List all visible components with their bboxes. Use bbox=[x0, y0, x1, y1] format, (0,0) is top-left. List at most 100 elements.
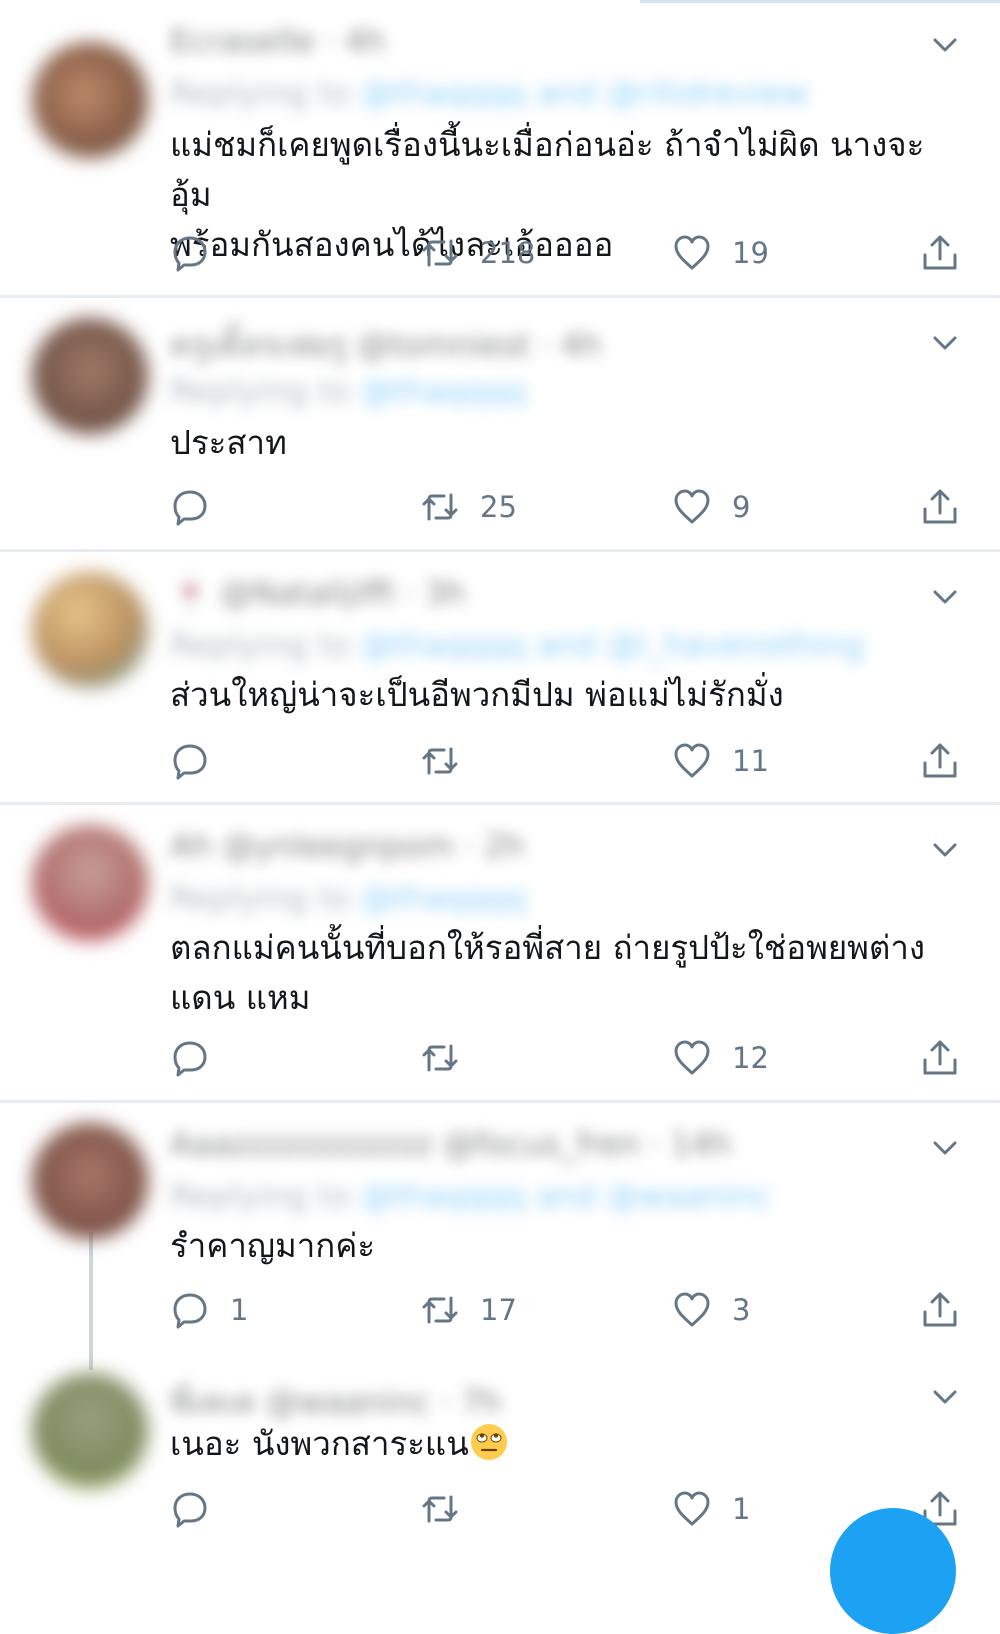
share-button[interactable] bbox=[920, 1285, 960, 1335]
like-count: 3 bbox=[732, 1293, 751, 1327]
heart-icon bbox=[674, 743, 710, 778]
heart-icon bbox=[674, 1491, 710, 1526]
like-button[interactable]: 19 bbox=[672, 228, 769, 278]
avatar[interactable] bbox=[32, 42, 148, 158]
share-button[interactable] bbox=[920, 482, 960, 532]
reply-button[interactable]: 1 bbox=[170, 1285, 248, 1335]
tweet-text-line: แม่ชมก็เคยพูดเรื่องนี้นะเมื่อก่อนอ่ะ ถ้า… bbox=[170, 125, 925, 214]
replying-to[interactable]: Replying to @thaqqqq and @i_havenothing bbox=[170, 626, 864, 664]
tweet-text-line: รำคาญมากค่ะ bbox=[170, 1226, 376, 1265]
retweet-button[interactable]: 218 bbox=[420, 228, 535, 278]
share-button[interactable] bbox=[920, 228, 960, 278]
share-icon bbox=[923, 235, 957, 270]
reply-icon bbox=[173, 744, 207, 780]
like-button[interactable]: 1 bbox=[672, 1484, 750, 1534]
retweet-count: 17 bbox=[480, 1293, 517, 1327]
retweet-icon bbox=[422, 1296, 458, 1324]
tweet-actions: 11 bbox=[170, 736, 970, 786]
replying-to[interactable]: Replying to @thaqqqq bbox=[170, 879, 526, 917]
replying-to[interactable]: Replying to @thaqqqq bbox=[170, 372, 526, 410]
like-count: 11 bbox=[732, 744, 769, 778]
share-icon bbox=[923, 1040, 957, 1075]
retweet-count: 218 bbox=[480, 236, 536, 270]
like-button[interactable]: 12 bbox=[672, 1033, 769, 1083]
tweet-actions: 1 17 3 bbox=[170, 1285, 970, 1335]
share-icon bbox=[923, 743, 957, 778]
share-icon bbox=[923, 1292, 957, 1327]
avatar[interactable] bbox=[32, 1373, 148, 1489]
retweet-button[interactable] bbox=[420, 1033, 480, 1083]
reply-button[interactable] bbox=[170, 228, 230, 278]
reply-button[interactable] bbox=[170, 736, 230, 786]
tweet-actions: 218 19 bbox=[170, 228, 970, 278]
like-count: 19 bbox=[732, 236, 769, 270]
compose-tweet-button[interactable] bbox=[830, 1508, 956, 1634]
replying-to[interactable]: Replying to @thaqqqq and @ritidreview bbox=[170, 74, 808, 112]
chevron-down-icon[interactable] bbox=[928, 1380, 962, 1414]
reply-icon bbox=[173, 1041, 207, 1077]
avatar[interactable] bbox=[32, 1123, 148, 1239]
like-count: 1 bbox=[732, 1492, 751, 1526]
heart-icon bbox=[674, 1292, 710, 1327]
tweet-text-line: ประสาท bbox=[170, 423, 287, 462]
tweet-actions: 12 bbox=[170, 1033, 970, 1083]
tweet-text: ส่วนใหญ่น่าจะเป็นอีพวกมีปม พ่อแม่ไม่รักม… bbox=[170, 670, 950, 720]
retweet-icon bbox=[422, 1044, 458, 1072]
tweet-4[interactable]: Ah @ynleegnpom · 2h Replying to @thaqqqq… bbox=[0, 805, 1000, 1103]
tweet-text: รำคาญมากค่ะ bbox=[170, 1221, 950, 1271]
avatar[interactable] bbox=[32, 318, 148, 434]
tweet-actions: 25 9 bbox=[170, 482, 970, 532]
eye-roll-emoji-icon bbox=[470, 1424, 507, 1460]
like-count: 9 bbox=[732, 490, 751, 524]
tweet-text-line: เนอะ นังพวกสาระแน bbox=[170, 1424, 469, 1463]
replying-to[interactable]: Replying to @thaqqqq and @waaninc bbox=[170, 1177, 771, 1215]
reply-button[interactable] bbox=[170, 482, 230, 532]
share-button[interactable] bbox=[920, 736, 960, 786]
tweet-text-line: ตลกแม่คนนั้นที่บอกให้รอพี่สาย ถ่ายรูปป้ะ… bbox=[170, 928, 926, 967]
tweet-5[interactable]: Aaazzzzzzzzzzzz @focus_fren · 14h Replyi… bbox=[0, 1103, 1000, 1365]
chevron-down-icon[interactable] bbox=[928, 1131, 962, 1165]
tweet-3[interactable]: 🍷 @Natalijiffi · 3h Replying to @thaqqqq… bbox=[0, 552, 1000, 806]
retweet-button[interactable] bbox=[420, 1484, 480, 1534]
chevron-down-icon[interactable] bbox=[928, 326, 962, 360]
user-display-name[interactable]: ครูเติ้ลรเฟยรู @tomniest · 4h bbox=[170, 320, 601, 371]
share-button[interactable] bbox=[920, 1033, 960, 1083]
reply-button[interactable] bbox=[170, 1033, 230, 1083]
heart-icon bbox=[674, 489, 710, 524]
tweet-text-line: ส่วนใหญ่น่าจะเป็นอีพวกมีปม พ่อแม่ไม่รักม… bbox=[170, 675, 784, 714]
tweet-text: ตลกแม่คนนั้นที่บอกให้รอพี่สาย ถ่ายรูปป้ะ… bbox=[170, 923, 950, 1023]
retweet-icon bbox=[422, 493, 458, 521]
retweet-icon bbox=[422, 747, 458, 775]
user-display-name[interactable]: 🍷 @Natalijiffi · 3h bbox=[170, 574, 465, 612]
tweet-text: เนอะ นังพวกสาระแน bbox=[170, 1419, 950, 1469]
user-display-name[interactable]: Aaazzzzzzzzzzzz @focus_fren · 14h bbox=[170, 1125, 731, 1163]
reply-icon bbox=[173, 1293, 207, 1329]
reply-icon bbox=[173, 1492, 207, 1528]
tweet-1[interactable]: Ecraselle · 4h Replying to @thaqqqq and … bbox=[0, 0, 1000, 298]
avatar[interactable] bbox=[32, 825, 148, 941]
share-icon bbox=[923, 489, 957, 524]
avatar[interactable] bbox=[32, 572, 148, 688]
like-count: 12 bbox=[732, 1041, 769, 1075]
tweet-text-line: แดน แหม bbox=[170, 978, 311, 1017]
reply-icon bbox=[173, 490, 207, 526]
tweet-2[interactable]: ครูเติ้ลรเฟยรู @tomniest · 4h Replying t… bbox=[0, 298, 1000, 552]
reply-icon bbox=[173, 236, 207, 272]
retweet-button[interactable]: 25 bbox=[420, 482, 517, 532]
retweet-icon bbox=[422, 239, 458, 267]
like-button[interactable]: 9 bbox=[672, 482, 750, 532]
retweet-button[interactable] bbox=[420, 736, 480, 786]
reply-button[interactable] bbox=[170, 1484, 230, 1534]
retweet-button[interactable]: 17 bbox=[420, 1285, 517, 1335]
chevron-down-icon[interactable] bbox=[928, 580, 962, 614]
reply-count: 1 bbox=[230, 1293, 249, 1327]
chevron-down-icon[interactable] bbox=[928, 833, 962, 867]
chevron-down-icon[interactable] bbox=[928, 28, 962, 62]
heart-icon bbox=[674, 1040, 710, 1075]
heart-icon bbox=[674, 235, 710, 270]
like-button[interactable]: 3 bbox=[672, 1285, 750, 1335]
user-display-name[interactable]: Ecraselle · 4h bbox=[170, 22, 386, 60]
user-display-name[interactable]: Ah @ynleegnpom · 2h bbox=[170, 827, 525, 865]
like-button[interactable]: 11 bbox=[672, 736, 769, 786]
retweet-count: 25 bbox=[480, 490, 517, 524]
